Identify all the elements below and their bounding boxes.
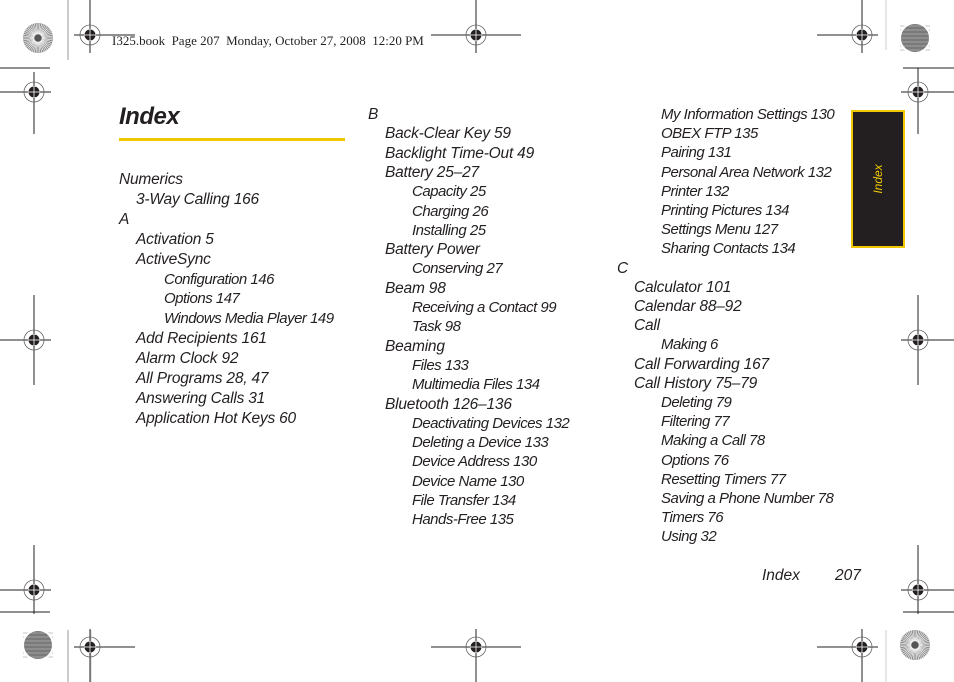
index-subentry: My Information Settings 130 bbox=[661, 106, 835, 123]
index-subentry: File Transfer 134 bbox=[412, 492, 516, 509]
index-entry: Calendar 88–92 bbox=[634, 298, 742, 315]
index-entry: Call History 75–79 bbox=[634, 374, 758, 392]
index-subentry: Files 133 bbox=[412, 356, 469, 374]
index-subentry: Device Name 130 bbox=[412, 472, 524, 490]
index-entry: Beaming bbox=[385, 337, 445, 355]
index-entry: Add Recipients 161 bbox=[136, 330, 267, 348]
section-side-tab: Index bbox=[851, 110, 905, 248]
index-subentry: Options 76 bbox=[661, 451, 729, 469]
index-entry: Bluetooth 126–136 bbox=[385, 395, 512, 413]
index-subentry: Charging 26 bbox=[412, 202, 489, 220]
index-subentry: Hands-Free 135 bbox=[412, 511, 514, 529]
index-letter-heading: B bbox=[368, 106, 379, 123]
index-subentry: Printer 132 bbox=[661, 182, 729, 200]
index-letter-heading: C bbox=[617, 259, 628, 277]
index-entry: Answering Calls 31 bbox=[136, 389, 266, 407]
index-subentry: Windows Media Player 149 bbox=[164, 310, 334, 328]
index-entry: Call bbox=[634, 317, 660, 335]
index-subentry: Making a Call 78 bbox=[661, 432, 765, 450]
index-subentry: Resetting Timers 77 bbox=[661, 470, 786, 488]
index-subentry: Making 6 bbox=[661, 336, 718, 354]
index-subentry: Installing 25 bbox=[412, 221, 486, 239]
index-subentry: Deleting a Device 133 bbox=[412, 434, 549, 452]
page-title: Index bbox=[119, 103, 180, 130]
index-subentry: Device Address 130 bbox=[412, 453, 537, 471]
index-subentry: Filtering 77 bbox=[661, 413, 730, 431]
starburst-center bbox=[34, 34, 42, 42]
index-subentry: Settings Menu 127 bbox=[661, 221, 778, 239]
footer-page-number: 207 bbox=[835, 567, 861, 584]
index-subentry: Deactivating Devices 132 bbox=[412, 414, 570, 432]
index-entry: Alarm Clock 92 bbox=[136, 350, 239, 368]
index-entry: All Programs 28, 47 bbox=[136, 370, 269, 387]
index-subentry: Receiving a Contact 99 bbox=[412, 299, 557, 316]
index-entry: Calculator 101 bbox=[634, 278, 732, 296]
index-subentry: Capacity 25 bbox=[412, 183, 486, 201]
index-entry: Battery Power bbox=[385, 241, 480, 259]
index-subentry: Using 32 bbox=[661, 528, 717, 546]
index-subentry: OBEX FTP 135 bbox=[661, 125, 758, 143]
starburst-center bbox=[911, 641, 919, 649]
index-subentry: Saving a Phone Number 78 bbox=[661, 490, 834, 507]
index-subentry: Timers 76 bbox=[661, 509, 724, 527]
index-subentry: Conserving 27 bbox=[412, 260, 503, 278]
index-subentry: Deleting 79 bbox=[661, 394, 732, 411]
index-letter-heading: A bbox=[119, 210, 130, 228]
index-subentry: Multimedia Files 134 bbox=[412, 376, 540, 394]
side-tab-label: Index bbox=[871, 164, 885, 194]
footer-section-name: Index bbox=[762, 567, 800, 584]
index-subentry: Task 98 bbox=[412, 318, 461, 336]
print-job-stamp: I325.book Page 207 Monday, October 27, 2… bbox=[112, 33, 424, 48]
index-entry: Activation 5 bbox=[136, 230, 214, 248]
index-entry: Battery 25–27 bbox=[385, 163, 479, 181]
index-subentry: Pairing 131 bbox=[661, 144, 732, 162]
index-entry: Backlight Time-Out 49 bbox=[385, 144, 534, 162]
index-entry: Application Hot Keys 60 bbox=[136, 409, 296, 427]
index-entry: Call Forwarding 167 bbox=[634, 355, 769, 373]
index-entry: ActiveSync bbox=[136, 250, 211, 268]
title-underline bbox=[119, 138, 345, 141]
index-entry: 3-Way Calling 166 bbox=[136, 190, 259, 208]
index-subentry: Personal Area Network 132 bbox=[661, 163, 832, 181]
index-entry: Beam 98 bbox=[385, 279, 446, 297]
index-subentry: Options 147 bbox=[164, 290, 240, 308]
index-entry: Back-Clear Key 59 bbox=[385, 125, 511, 143]
index-subentry: Sharing Contacts 134 bbox=[661, 240, 796, 258]
index-subentry: Configuration 146 bbox=[164, 270, 274, 288]
index-letter-heading: Numerics bbox=[119, 171, 183, 188]
index-subentry: Printing Pictures 134 bbox=[661, 202, 789, 219]
